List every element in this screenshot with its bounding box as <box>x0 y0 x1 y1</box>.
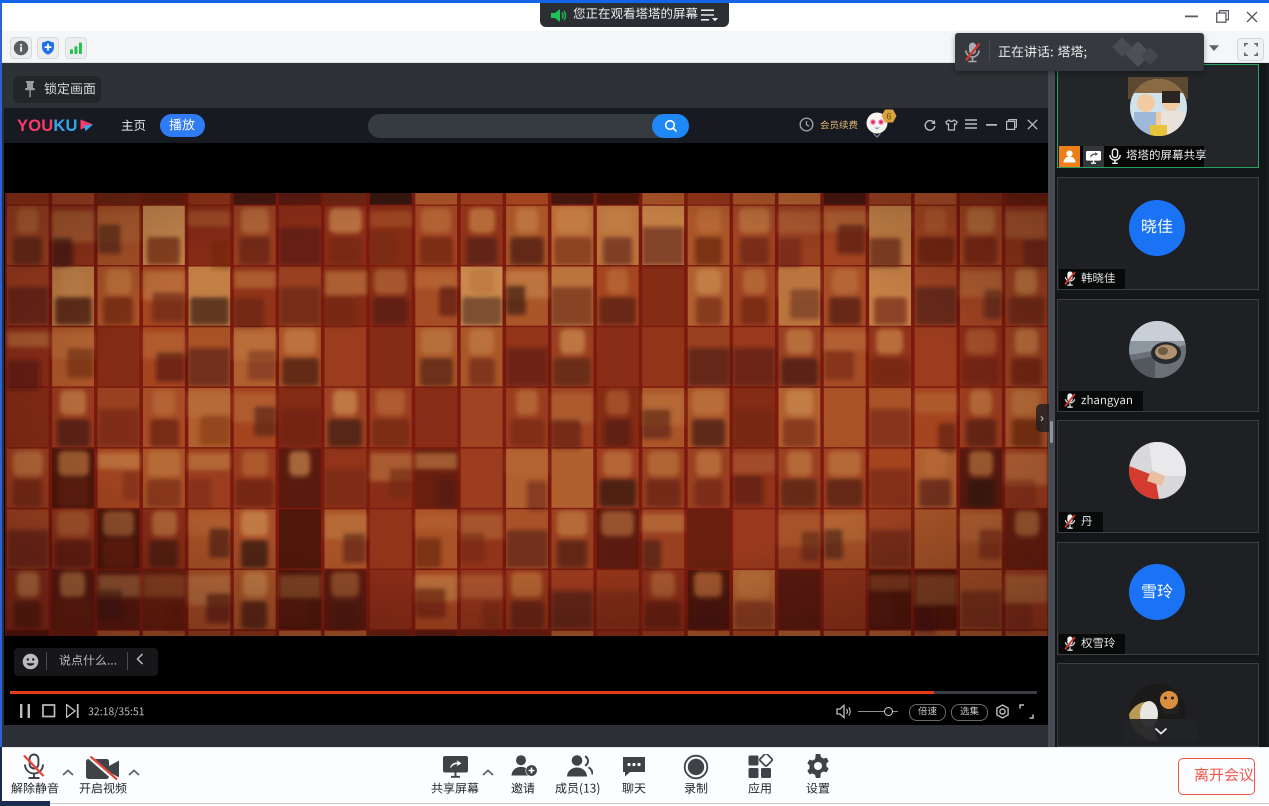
svg-text:6: 6 <box>886 112 891 122</box>
